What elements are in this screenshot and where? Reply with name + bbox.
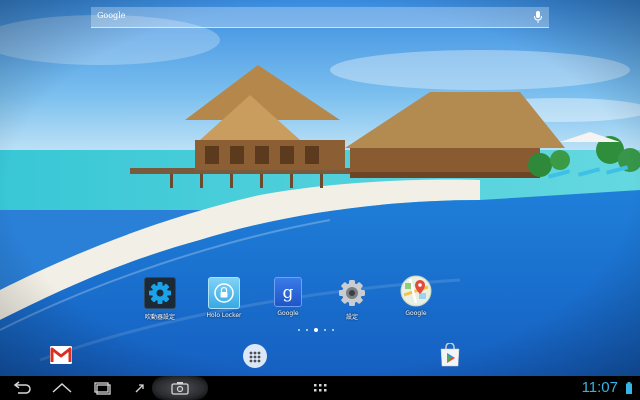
lock-icon [208, 277, 240, 309]
app-shortcut-settings[interactable]: 設定 [322, 277, 382, 321]
page-dot-current [314, 328, 318, 332]
menu-icon[interactable] [311, 380, 329, 396]
expand-icon[interactable] [130, 380, 150, 396]
play-store-icon[interactable] [438, 342, 462, 371]
page-dot [306, 329, 308, 331]
svg-text:g: g [283, 283, 294, 303]
app-label: 設定 [345, 314, 358, 321]
app-shortcut-holo-locker[interactable]: Holo Locker [194, 277, 254, 319]
app-label: 吹動器設定 [144, 314, 175, 321]
screenshot-button[interactable] [152, 376, 208, 400]
maps-icon [400, 275, 432, 307]
battery-icon[interactable] [626, 382, 632, 394]
app-drawer-icon[interactable] [242, 343, 268, 373]
screenshot-icon [171, 382, 189, 395]
search-placeholder: Google [97, 11, 126, 20]
page-dot [298, 329, 300, 331]
app-label: Google [277, 310, 299, 317]
gear-icon [144, 277, 176, 309]
back-icon[interactable] [10, 380, 34, 396]
app-shortcut-gear[interactable]: 吹動器設定 [130, 277, 190, 321]
navigation-bar: 11:07 [0, 376, 640, 400]
app-label: Google [405, 310, 427, 317]
page-dot [324, 329, 326, 331]
wallpaper [0, 0, 640, 376]
gmail-icon[interactable] [49, 344, 73, 370]
app-shortcut-maps[interactable]: Google [386, 275, 446, 317]
app-label: Holo Locker [206, 312, 242, 319]
google-g-icon: g [274, 277, 302, 307]
status-clock[interactable]: 11:07 [582, 379, 618, 396]
mic-icon[interactable] [533, 11, 543, 23]
page-indicator [298, 328, 342, 332]
google-search-bar[interactable]: Google [91, 7, 549, 28]
app-shortcut-google[interactable]: g Google [258, 277, 318, 317]
recents-icon[interactable] [90, 380, 114, 396]
home-icon[interactable] [50, 380, 74, 396]
settings-icon [336, 277, 368, 309]
page-dot [332, 329, 334, 331]
